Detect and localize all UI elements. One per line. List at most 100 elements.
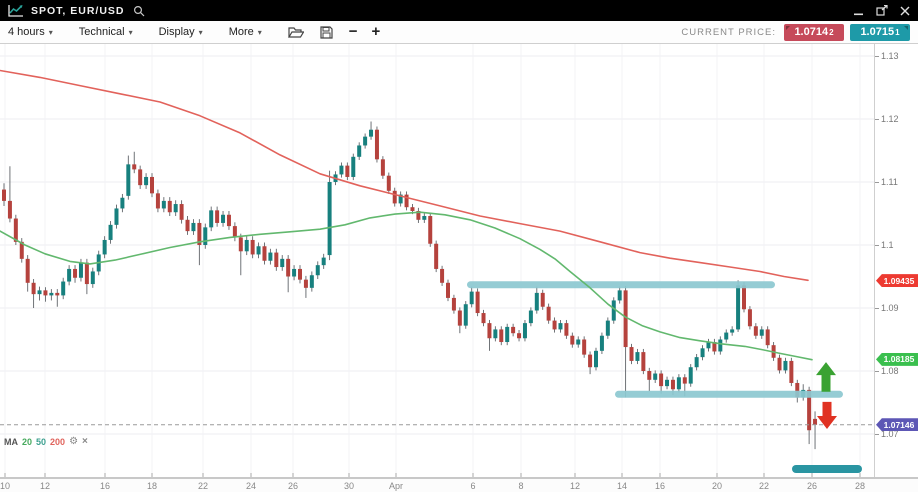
candle-down: [2, 190, 6, 201]
candle-down: [43, 290, 47, 295]
ma200-line: [0, 71, 808, 281]
ma-legend-label: MA: [4, 437, 18, 447]
zoom-out-button[interactable]: −: [349, 25, 358, 39]
zoom-in-button[interactable]: +: [372, 25, 381, 39]
candle-down: [26, 259, 30, 283]
candle-down: [766, 329, 770, 345]
time-axis-label: 14: [609, 481, 635, 491]
time-axis-label: 20: [704, 481, 730, 491]
candle-up: [576, 340, 580, 345]
candle-up: [357, 145, 361, 156]
candle-up: [523, 323, 527, 338]
candle-up: [760, 329, 764, 335]
candle-up: [493, 329, 497, 338]
candle-up: [677, 377, 681, 389]
candle-down: [262, 246, 266, 260]
bullish-up-arrow[interactable]: [816, 362, 836, 392]
candle-down: [553, 321, 557, 330]
buy-price-value: 1.0715: [860, 26, 894, 38]
current-price-label: CURRENT PRICE:: [681, 27, 776, 38]
candle-down: [683, 377, 687, 383]
time-axis-label: 12: [562, 481, 588, 491]
candlestick-chart-canvas[interactable]: MA 20 50 200 ⚙ ×: [0, 44, 874, 477]
candle-up: [120, 198, 124, 209]
display-dropdown[interactable]: Display▾: [159, 26, 203, 38]
chart-toolbar: 4 hours▾ Technical▾ Display▾ More▾ − + C…: [0, 21, 918, 44]
support-bar[interactable]: [615, 391, 843, 398]
candle-up: [268, 253, 272, 261]
price-axis[interactable]: 1.131.121.111.11.091.081.071.094351.0818…: [874, 44, 918, 477]
time-axis-label: 30: [336, 481, 362, 491]
ma50-legend-value: 50: [36, 437, 46, 447]
timeframe-dropdown[interactable]: 4 hours▾: [8, 26, 53, 38]
folder-icon: [288, 26, 304, 38]
price-tick: [875, 308, 879, 309]
price-tick: [875, 245, 879, 246]
candle-up: [505, 327, 509, 342]
time-axis[interactable]: 1012161822242630Apr6812141620222628: [0, 477, 918, 492]
candle-up: [612, 300, 616, 320]
candle-up: [600, 336, 604, 351]
candle-down: [32, 283, 36, 294]
candle-up: [316, 265, 320, 275]
candle-down: [588, 355, 592, 368]
buy-price-subdigit: 1: [895, 28, 899, 37]
candle-down: [387, 176, 391, 191]
price-tick: [875, 182, 879, 183]
candle-down: [458, 311, 462, 326]
candle-up: [689, 367, 693, 383]
candle-up: [558, 323, 562, 329]
price-tick: [875, 434, 879, 435]
candle-up: [322, 258, 326, 266]
candle-up: [618, 290, 622, 300]
minimize-icon[interactable]: [854, 6, 864, 16]
candle-up: [203, 227, 207, 245]
candle-down: [274, 253, 278, 267]
candle-up: [221, 215, 225, 223]
floppy-disk-icon: [320, 26, 333, 39]
candle-down: [239, 237, 243, 251]
candle-down: [742, 285, 746, 309]
candle-up: [61, 282, 65, 296]
candle-down: [251, 240, 255, 254]
candle-down: [156, 193, 160, 208]
sell-price-badge[interactable]: 1.07142: [784, 24, 844, 41]
technical-dropdown[interactable]: Technical▾: [79, 26, 133, 38]
sell-price-subdigit: 2: [829, 28, 833, 37]
candle-up: [363, 137, 367, 146]
candle-up: [91, 271, 95, 284]
candle-down: [186, 220, 190, 231]
candle-down: [446, 283, 450, 298]
candle-down: [630, 347, 634, 361]
time-axis-label: 22: [751, 481, 777, 491]
time-axis-label: Apr: [383, 481, 409, 491]
chevron-down-icon: ▾: [129, 28, 133, 37]
candle-down: [215, 210, 219, 223]
candle-up: [464, 304, 468, 325]
time-axis-label: 16: [92, 481, 118, 491]
search-icon[interactable]: [133, 5, 145, 17]
more-dropdown[interactable]: More▾: [229, 26, 262, 38]
candle-down: [150, 177, 154, 193]
candle-down: [754, 326, 758, 335]
close-icon[interactable]: [900, 6, 910, 16]
time-axis-label: 24: [238, 481, 264, 491]
ma-remove-icon[interactable]: ×: [82, 436, 88, 447]
ma-settings-gear-icon[interactable]: ⚙: [69, 436, 78, 447]
buy-price-badge[interactable]: 1.07151: [850, 24, 910, 41]
open-folder-button[interactable]: [288, 26, 304, 38]
candle-down: [227, 215, 231, 226]
save-button[interactable]: [320, 26, 333, 39]
candle-down: [564, 323, 568, 336]
candle-down: [440, 269, 444, 283]
candle-up: [718, 340, 722, 352]
time-range-pill[interactable]: [792, 465, 862, 473]
ma200-price-tag: 1.09435: [876, 274, 918, 287]
candle-up: [174, 204, 178, 212]
resistance-bar[interactable]: [467, 281, 775, 288]
candle-up: [79, 263, 83, 278]
time-axis-label: 22: [190, 481, 216, 491]
time-axis-label: 12: [32, 481, 58, 491]
sell-price-value: 1.0714: [794, 26, 828, 38]
popout-icon[interactable]: [876, 5, 888, 16]
